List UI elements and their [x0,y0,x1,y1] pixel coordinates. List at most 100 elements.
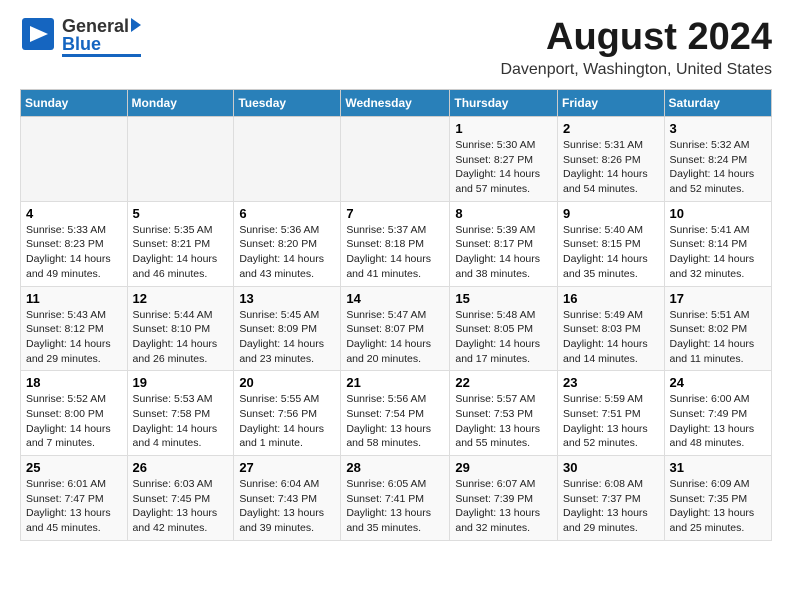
day-number: 10 [670,206,766,221]
day-number: 25 [26,460,122,475]
calendar-cell: 30 Sunrise: 6:08 AM Sunset: 7:37 PM Dayli… [558,456,665,541]
day-number: 21 [346,375,444,390]
logo-text: General Blue [62,17,141,57]
day-number: 7 [346,206,444,221]
calendar-cell: 6 Sunrise: 5:36 AM Sunset: 8:20 PM Daylig… [234,201,341,286]
calendar-week-row: 4 Sunrise: 5:33 AM Sunset: 8:23 PM Daylig… [21,201,772,286]
logo-underline [62,54,141,57]
cell-content: Sunrise: 6:01 AM Sunset: 7:47 PM Dayligh… [26,477,122,536]
calendar-cell: 26 Sunrise: 6:03 AM Sunset: 7:45 PM Dayli… [127,456,234,541]
day-number: 14 [346,291,444,306]
day-number: 6 [239,206,335,221]
calendar-day-header: Monday [127,90,234,117]
calendar-cell: 11 Sunrise: 5:43 AM Sunset: 8:12 PM Dayli… [21,286,128,371]
calendar-title-area: August 2024 Davenport, Washington, Unite… [500,16,772,79]
calendar-week-row: 18 Sunrise: 5:52 AM Sunset: 8:00 PM Dayli… [21,371,772,456]
calendar-cell: 9 Sunrise: 5:40 AM Sunset: 8:15 PM Daylig… [558,201,665,286]
calendar-cell [234,117,341,202]
cell-content: Sunrise: 5:52 AM Sunset: 8:00 PM Dayligh… [26,392,122,451]
day-number: 3 [670,121,766,136]
day-number: 20 [239,375,335,390]
calendar-cell: 21 Sunrise: 5:56 AM Sunset: 7:54 PM Dayli… [341,371,450,456]
cell-content: Sunrise: 6:03 AM Sunset: 7:45 PM Dayligh… [133,477,229,536]
calendar-cell: 18 Sunrise: 5:52 AM Sunset: 8:00 PM Dayli… [21,371,128,456]
calendar-cell: 28Sunrise: 6:05 AM Sunset: 7:41 PM Dayli… [341,456,450,541]
calendar-cell: 7Sunrise: 5:37 AM Sunset: 8:18 PM Daylig… [341,201,450,286]
day-number: 13 [239,291,335,306]
calendar-cell: 22Sunrise: 5:57 AM Sunset: 7:53 PM Dayli… [450,371,558,456]
day-number: 5 [133,206,229,221]
logo-arrow-icon [131,18,141,32]
day-number: 19 [133,375,229,390]
cell-content: Sunrise: 5:35 AM Sunset: 8:21 PM Dayligh… [133,223,229,282]
calendar-day-header: Saturday [664,90,771,117]
logo: General Blue [20,16,141,57]
calendar-cell: 23 Sunrise: 5:59 AM Sunset: 7:51 PM Dayli… [558,371,665,456]
cell-content: Sunrise: 5:36 AM Sunset: 8:20 PM Dayligh… [239,223,335,282]
calendar-cell [127,117,234,202]
day-number: 18 [26,375,122,390]
calendar-cell [341,117,450,202]
calendar-cell: 10Sunrise: 5:41 AM Sunset: 8:14 PM Dayli… [664,201,771,286]
cell-content: Sunrise: 6:07 AM Sunset: 7:39 PM Dayligh… [455,477,552,536]
day-number: 1 [455,121,552,136]
day-number: 4 [26,206,122,221]
page-header: General Blue August 2024 Davenport, Wash… [20,16,772,79]
cell-content: Sunrise: 5:33 AM Sunset: 8:23 PM Dayligh… [26,223,122,282]
day-number: 26 [133,460,229,475]
logo-icon [20,16,56,52]
calendar-day-header: Wednesday [341,90,450,117]
calendar-day-header: Thursday [450,90,558,117]
day-number: 11 [26,291,122,306]
day-number: 29 [455,460,552,475]
cell-content: Sunrise: 6:04 AM Sunset: 7:43 PM Dayligh… [239,477,335,536]
day-number: 28 [346,460,444,475]
calendar-cell: 8Sunrise: 5:39 AM Sunset: 8:17 PM Daylig… [450,201,558,286]
calendar-week-row: 11 Sunrise: 5:43 AM Sunset: 8:12 PM Dayli… [21,286,772,371]
cell-content: Sunrise: 5:43 AM Sunset: 8:12 PM Dayligh… [26,308,122,367]
calendar-cell: 4 Sunrise: 5:33 AM Sunset: 8:23 PM Daylig… [21,201,128,286]
calendar-cell: 1Sunrise: 5:30 AM Sunset: 8:27 PM Daylig… [450,117,558,202]
cell-content: Sunrise: 5:48 AM Sunset: 8:05 PM Dayligh… [455,308,552,367]
cell-content: Sunrise: 5:39 AM Sunset: 8:17 PM Dayligh… [455,223,552,282]
logo-blue-text: Blue [62,35,141,53]
logo-general-text: General [62,17,129,35]
calendar-cell: 27Sunrise: 6:04 AM Sunset: 7:43 PM Dayli… [234,456,341,541]
calendar-cell: 2Sunrise: 5:31 AM Sunset: 8:26 PM Daylig… [558,117,665,202]
calendar-day-header: Tuesday [234,90,341,117]
calendar-cell: 17 Sunrise: 5:51 AM Sunset: 8:02 PM Dayli… [664,286,771,371]
calendar-cell: 12Sunrise: 5:44 AM Sunset: 8:10 PM Dayli… [127,286,234,371]
calendar-subtitle: Davenport, Washington, United States [500,61,772,79]
calendar-title: August 2024 [500,16,772,59]
cell-content: Sunrise: 6:08 AM Sunset: 7:37 PM Dayligh… [563,477,659,536]
calendar-day-header: Sunday [21,90,128,117]
calendar-cell: 16Sunrise: 5:49 AM Sunset: 8:03 PM Dayli… [558,286,665,371]
calendar-cell: 5 Sunrise: 5:35 AM Sunset: 8:21 PM Daylig… [127,201,234,286]
cell-content: Sunrise: 5:47 AM Sunset: 8:07 PM Dayligh… [346,308,444,367]
cell-content: Sunrise: 5:44 AM Sunset: 8:10 PM Dayligh… [133,308,229,367]
day-number: 22 [455,375,552,390]
day-number: 16 [563,291,659,306]
calendar-cell [21,117,128,202]
cell-content: Sunrise: 6:00 AM Sunset: 7:49 PM Dayligh… [670,392,766,451]
calendar-cell: 25 Sunrise: 6:01 AM Sunset: 7:47 PM Dayli… [21,456,128,541]
cell-content: Sunrise: 5:56 AM Sunset: 7:54 PM Dayligh… [346,392,444,451]
calendar-cell: 13 Sunrise: 5:45 AM Sunset: 8:09 PM Dayli… [234,286,341,371]
day-number: 30 [563,460,659,475]
day-number: 17 [670,291,766,306]
cell-content: Sunrise: 5:40 AM Sunset: 8:15 PM Dayligh… [563,223,659,282]
calendar-body: 1Sunrise: 5:30 AM Sunset: 8:27 PM Daylig… [21,117,772,541]
calendar-header-row: SundayMondayTuesdayWednesdayThursdayFrid… [21,90,772,117]
cell-content: Sunrise: 5:59 AM Sunset: 7:51 PM Dayligh… [563,392,659,451]
calendar-cell: 14 Sunrise: 5:47 AM Sunset: 8:07 PM Dayli… [341,286,450,371]
day-number: 15 [455,291,552,306]
day-number: 23 [563,375,659,390]
calendar-week-row: 1Sunrise: 5:30 AM Sunset: 8:27 PM Daylig… [21,117,772,202]
calendar-header: SundayMondayTuesdayWednesdayThursdayFrid… [21,90,772,117]
cell-content: Sunrise: 5:31 AM Sunset: 8:26 PM Dayligh… [563,138,659,197]
calendar-cell: 31Sunrise: 6:09 AM Sunset: 7:35 PM Dayli… [664,456,771,541]
cell-content: Sunrise: 5:45 AM Sunset: 8:09 PM Dayligh… [239,308,335,367]
day-number: 9 [563,206,659,221]
cell-content: Sunrise: 5:51 AM Sunset: 8:02 PM Dayligh… [670,308,766,367]
calendar-cell: 24Sunrise: 6:00 AM Sunset: 7:49 PM Dayli… [664,371,771,456]
